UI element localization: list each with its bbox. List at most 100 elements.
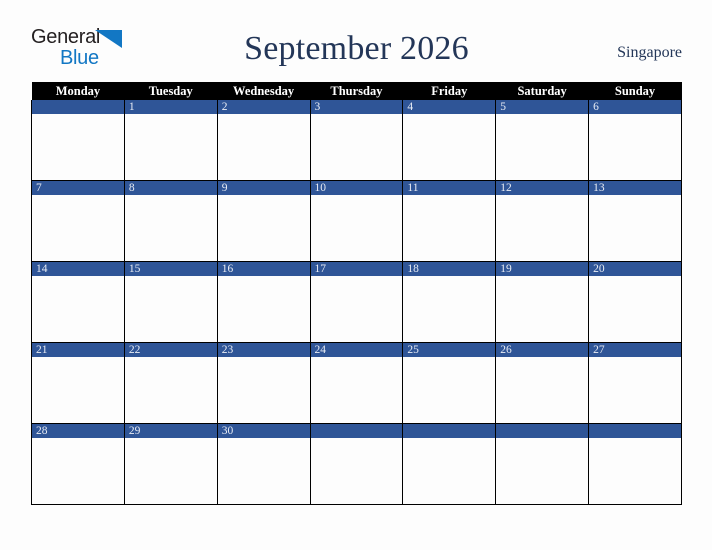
calendar-day-cell[interactable]: 11 bbox=[402, 180, 497, 262]
day-number: 28 bbox=[32, 424, 124, 438]
day-events-area[interactable] bbox=[125, 357, 217, 423]
calendar-week-row: 7 8 9 10 11 12 13 bbox=[31, 180, 682, 262]
day-events-area[interactable] bbox=[32, 276, 124, 342]
calendar-day-cell[interactable] bbox=[31, 100, 125, 181]
day-events-area[interactable] bbox=[32, 114, 124, 180]
day-events-area[interactable] bbox=[32, 438, 124, 504]
day-events-area[interactable] bbox=[589, 195, 681, 261]
calendar-day-cell[interactable]: 5 bbox=[495, 100, 590, 181]
calendar-day-cell[interactable]: 13 bbox=[588, 180, 682, 262]
calendar-day-cell[interactable]: 3 bbox=[309, 100, 404, 181]
calendar-day-cell[interactable]: 14 bbox=[31, 261, 125, 343]
day-events-area[interactable] bbox=[403, 357, 495, 423]
calendar-day-cell[interactable]: 12 bbox=[495, 180, 590, 262]
day-events-area[interactable] bbox=[311, 438, 403, 504]
day-events-area[interactable] bbox=[311, 195, 403, 261]
day-events-area[interactable] bbox=[403, 195, 495, 261]
calendar-day-cell[interactable]: 4 bbox=[402, 100, 497, 181]
day-events-area[interactable] bbox=[403, 438, 495, 504]
calendar-day-cell[interactable] bbox=[402, 423, 497, 505]
weekday-header-wednesday: Wednesday bbox=[217, 82, 311, 100]
day-events-area[interactable] bbox=[589, 114, 681, 180]
day-number: 13 bbox=[589, 181, 681, 195]
day-events-area[interactable] bbox=[496, 438, 588, 504]
day-events-area[interactable] bbox=[218, 276, 310, 342]
calendar-week-row: 14 15 16 17 18 19 20 bbox=[31, 261, 682, 343]
calendar-day-cell[interactable]: 10 bbox=[309, 180, 404, 262]
calendar-day-cell[interactable]: 20 bbox=[588, 261, 682, 343]
day-events-area[interactable] bbox=[311, 276, 403, 342]
weekday-header-saturday: Saturday bbox=[495, 82, 589, 100]
calendar-day-cell[interactable]: 15 bbox=[123, 261, 218, 343]
day-number: 24 bbox=[310, 343, 403, 357]
calendar-day-cell[interactable]: 22 bbox=[123, 342, 218, 424]
weekday-header-tuesday: Tuesday bbox=[124, 82, 218, 100]
day-events-area[interactable] bbox=[32, 195, 124, 261]
calendar-day-cell[interactable]: 21 bbox=[31, 342, 125, 424]
day-events-area[interactable] bbox=[403, 114, 495, 180]
day-events-area[interactable] bbox=[125, 114, 217, 180]
day-number: 3 bbox=[310, 100, 403, 114]
day-number: 14 bbox=[32, 262, 124, 276]
day-number: 22 bbox=[124, 343, 217, 357]
day-number bbox=[589, 424, 681, 438]
calendar-day-cell[interactable]: 18 bbox=[402, 261, 497, 343]
calendar-day-cell[interactable]: 6 bbox=[588, 100, 682, 181]
day-number: 8 bbox=[124, 181, 217, 195]
calendar-day-cell[interactable]: 24 bbox=[309, 342, 404, 424]
day-events-area[interactable] bbox=[496, 114, 588, 180]
day-number: 4 bbox=[403, 100, 496, 114]
day-events-area[interactable] bbox=[496, 276, 588, 342]
day-number bbox=[310, 424, 403, 438]
calendar-day-cell[interactable] bbox=[309, 423, 404, 505]
calendar-day-cell[interactable]: 23 bbox=[216, 342, 311, 424]
calendar-day-cell[interactable]: 1 bbox=[123, 100, 218, 181]
day-events-area[interactable] bbox=[125, 438, 217, 504]
day-events-area[interactable] bbox=[496, 357, 588, 423]
calendar-day-cell[interactable] bbox=[588, 423, 682, 505]
day-events-area[interactable] bbox=[218, 195, 310, 261]
calendar-week-row: 28 29 30 bbox=[31, 423, 682, 505]
day-number: 7 bbox=[32, 181, 124, 195]
day-number: 17 bbox=[310, 262, 403, 276]
day-number: 23 bbox=[217, 343, 310, 357]
day-events-area[interactable] bbox=[125, 276, 217, 342]
day-events-area[interactable] bbox=[589, 357, 681, 423]
calendar-day-cell[interactable]: 8 bbox=[123, 180, 218, 262]
calendar-day-cell[interactable]: 26 bbox=[495, 342, 590, 424]
day-events-area[interactable] bbox=[311, 114, 403, 180]
weekday-header-row: Monday Tuesday Wednesday Thursday Friday… bbox=[31, 82, 682, 100]
day-number: 18 bbox=[403, 262, 496, 276]
weekday-header-monday: Monday bbox=[31, 82, 125, 100]
calendar-day-cell[interactable]: 2 bbox=[216, 100, 311, 181]
day-number: 19 bbox=[496, 262, 589, 276]
day-events-area[interactable] bbox=[589, 276, 681, 342]
day-events-area[interactable] bbox=[496, 195, 588, 261]
calendar-day-cell[interactable]: 25 bbox=[402, 342, 497, 424]
day-number: 9 bbox=[217, 181, 310, 195]
calendar-day-cell[interactable]: 30 bbox=[216, 423, 311, 505]
day-number bbox=[496, 424, 589, 438]
calendar-day-cell[interactable]: 17 bbox=[309, 261, 404, 343]
calendar-day-cell[interactable]: 16 bbox=[216, 261, 311, 343]
day-events-area[interactable] bbox=[32, 357, 124, 423]
day-events-area[interactable] bbox=[218, 357, 310, 423]
day-events-area[interactable] bbox=[218, 438, 310, 504]
calendar-grid: Monday Tuesday Wednesday Thursday Friday… bbox=[31, 82, 682, 505]
day-number: 10 bbox=[310, 181, 403, 195]
day-events-area[interactable] bbox=[125, 195, 217, 261]
day-events-area[interactable] bbox=[311, 357, 403, 423]
calendar-week-row: 1 2 3 4 5 6 bbox=[31, 100, 682, 181]
day-events-area[interactable] bbox=[589, 438, 681, 504]
calendar-day-cell[interactable]: 29 bbox=[123, 423, 218, 505]
day-events-area[interactable] bbox=[403, 276, 495, 342]
page-title: September 2026 bbox=[244, 30, 469, 67]
calendar-day-cell[interactable]: 27 bbox=[588, 342, 682, 424]
day-number: 29 bbox=[124, 424, 217, 438]
calendar-day-cell[interactable]: 9 bbox=[216, 180, 311, 262]
calendar-day-cell[interactable] bbox=[495, 423, 590, 505]
calendar-day-cell[interactable]: 28 bbox=[31, 423, 125, 505]
calendar-day-cell[interactable]: 19 bbox=[495, 261, 590, 343]
calendar-day-cell[interactable]: 7 bbox=[31, 180, 125, 262]
day-events-area[interactable] bbox=[218, 114, 310, 180]
